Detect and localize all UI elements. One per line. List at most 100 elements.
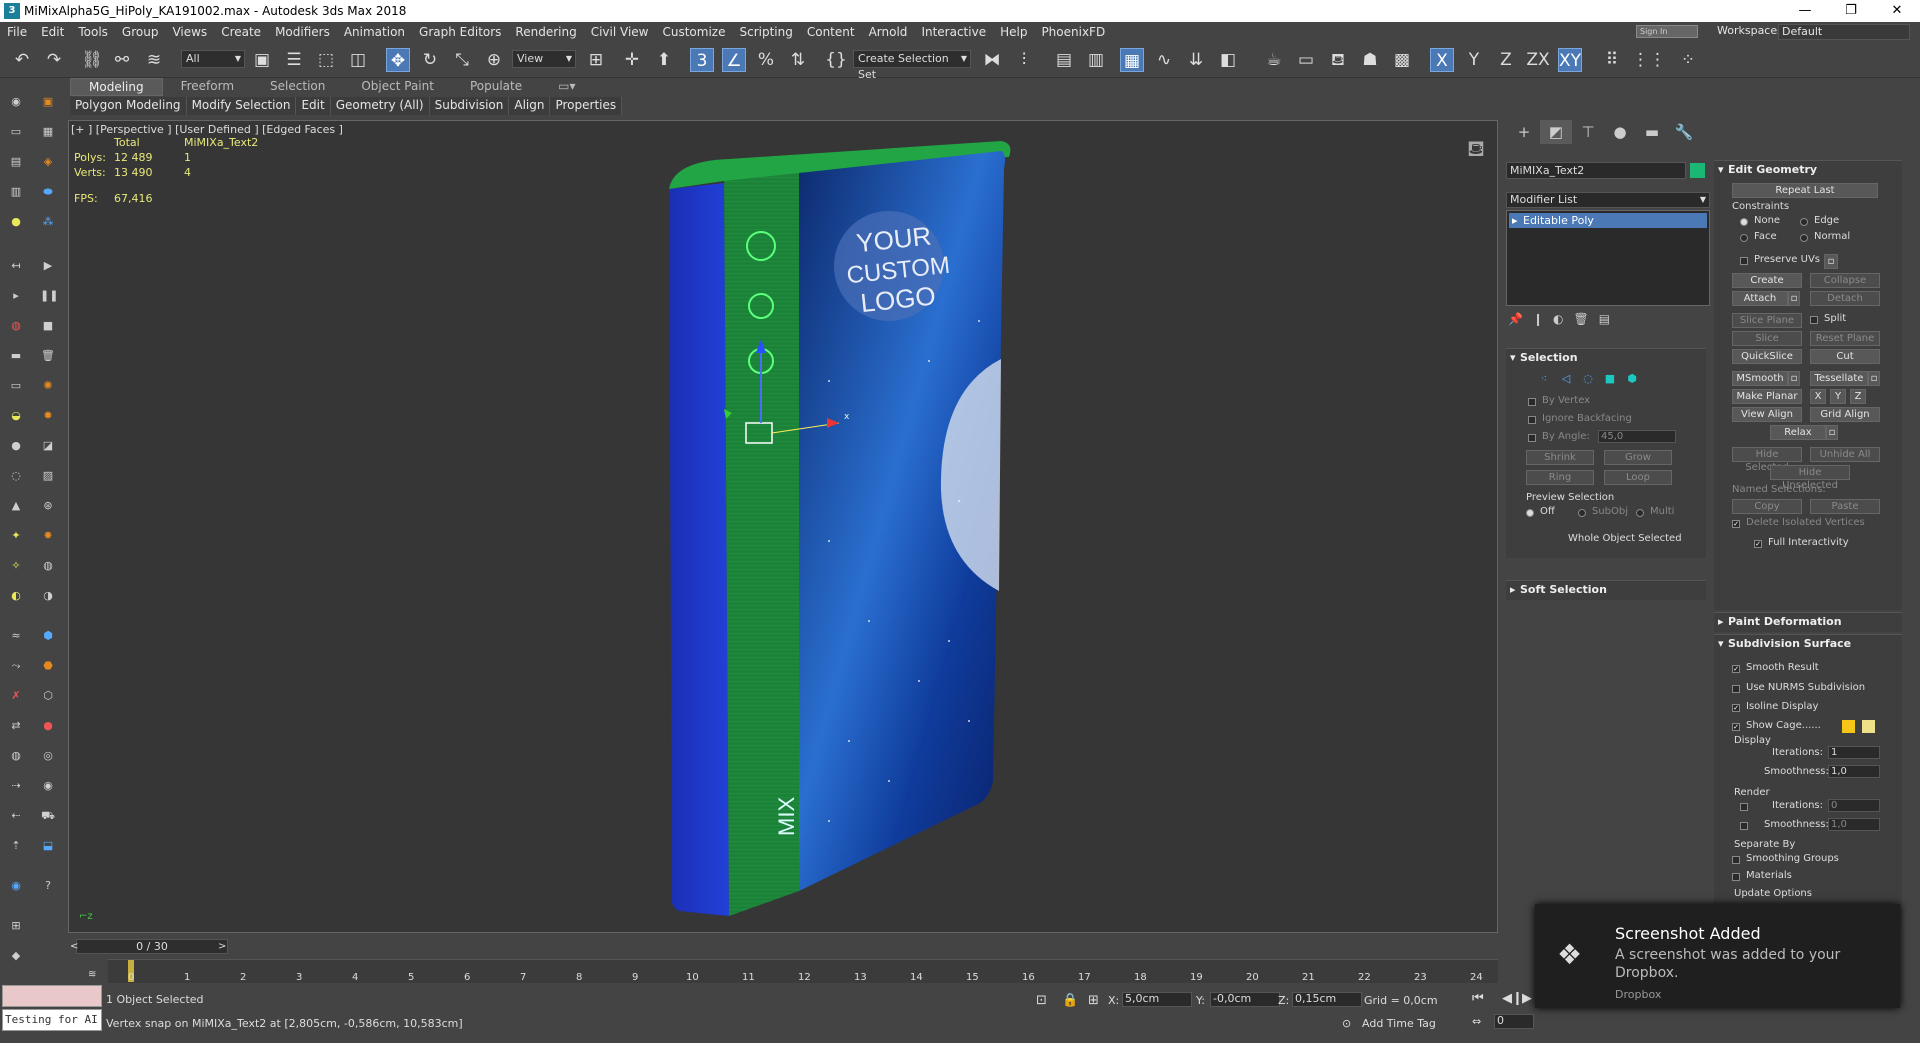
edge-level-icon[interactable]: ◁: [1558, 371, 1574, 387]
menu-civil-view[interactable]: Civil View: [584, 25, 656, 39]
selection-filter-dropdown[interactable]: All: [181, 50, 245, 68]
tab-freeform[interactable]: Freeform: [163, 78, 252, 96]
bind-space-warp-icon[interactable]: ≋: [142, 48, 166, 72]
cut-button[interactable]: Cut: [1810, 349, 1880, 364]
absolute-mode-icon[interactable]: ⊞: [1088, 993, 1099, 1008]
constraint-face-radio[interactable]: [1740, 234, 1748, 242]
angle-snap-icon[interactable]: ∠: [722, 48, 746, 72]
create-button[interactable]: Create: [1732, 273, 1802, 288]
remove-modifier-icon[interactable]: 🗑: [1574, 312, 1589, 326]
z-coord-spinner[interactable]: 0,15cm: [1292, 992, 1362, 1007]
perspective-viewport[interactable]: [+ ] [Perspective ] [User Defined ] [Edg…: [68, 120, 1498, 933]
show-end-result-icon[interactable]: ❙: [1533, 312, 1543, 326]
polygon-level-icon[interactable]: ■: [1602, 371, 1618, 387]
edit-named-selection-icon[interactable]: {}: [824, 48, 848, 72]
utilities-tab-icon[interactable]: 🔧: [1668, 120, 1700, 144]
maxscript-listener-output[interactable]: [2, 985, 102, 1007]
redo-icon[interactable]: ↷: [42, 48, 66, 72]
align-icon[interactable]: ⫶: [1012, 48, 1036, 72]
configure-modifier-sets-icon[interactable]: ▤: [1599, 312, 1610, 326]
schematic-view-icon[interactable]: ⇊: [1184, 48, 1208, 72]
scene-tool-icon[interactable]: ◒: [8, 408, 24, 424]
slider-next-icon[interactable]: >: [218, 941, 226, 952]
grid-icon[interactable]: ⠿: [1600, 48, 1624, 72]
snap-settings-icon[interactable]: ⁘: [1676, 48, 1700, 72]
subdivision-surface-rollout-header[interactable]: Subdivision Surface: [1714, 635, 1902, 653]
spinner-snap-icon[interactable]: ⇅: [786, 48, 810, 72]
planar-x-button[interactable]: X: [1810, 389, 1826, 404]
tool-icon[interactable]: ⛟: [40, 808, 56, 824]
dropbox-notification[interactable]: ❖ Screenshot Added A screenshot was adde…: [1535, 904, 1900, 1008]
tessellate-button[interactable]: Tessellate: [1810, 371, 1868, 386]
menu-animation[interactable]: Animation: [337, 25, 412, 39]
help-icon[interactable]: ?: [40, 878, 56, 894]
scene-tool-icon[interactable]: ✧: [8, 558, 24, 574]
menu-modifiers[interactable]: Modifiers: [268, 25, 337, 39]
hierarchy-tab-icon[interactable]: ⊤: [1572, 120, 1604, 144]
scene-tool-icon[interactable]: ⇡: [8, 838, 24, 854]
by-angle-checkbox[interactable]: [1528, 434, 1536, 442]
curve-editor-mini-icon[interactable]: ≋: [88, 969, 96, 980]
materials-checkbox[interactable]: [1732, 873, 1740, 881]
hide-unselected-button[interactable]: Hide Unselected: [1770, 465, 1850, 491]
scene-tool-icon[interactable]: ▬: [8, 348, 24, 364]
scene-tool-icon[interactable]: ◌: [8, 468, 24, 484]
menu-rendering[interactable]: Rendering: [508, 25, 583, 39]
constraint-none-radio[interactable]: [1740, 218, 1748, 226]
tool-icon[interactable]: ⬡: [40, 688, 56, 704]
tool-icon[interactable]: ▦: [40, 124, 56, 140]
current-frame-field[interactable]: 0: [1494, 1014, 1534, 1029]
tool-icon[interactable]: ⬬: [40, 184, 56, 200]
isoline-display-checkbox[interactable]: ✓: [1732, 704, 1740, 712]
tool-icon[interactable]: ⊛: [40, 498, 56, 514]
smooth-result-checkbox[interactable]: ✓: [1732, 665, 1740, 673]
create-tab-icon[interactable]: +: [1508, 120, 1540, 144]
tool-icon[interactable]: ⬣: [40, 658, 56, 674]
grow-button[interactable]: Grow: [1604, 450, 1672, 465]
split-checkbox[interactable]: [1810, 316, 1818, 324]
select-object-icon[interactable]: ▣: [250, 48, 274, 72]
copy-button[interactable]: Copy: [1732, 499, 1802, 514]
attach-button[interactable]: Attach: [1732, 291, 1788, 306]
select-by-name-icon[interactable]: ☰: [282, 48, 306, 72]
time-config-icon[interactable]: ⇔: [1472, 1015, 1481, 1028]
scene-tool-icon[interactable]: ◍: [8, 748, 24, 764]
delete-isolated-checkbox[interactable]: ✓: [1732, 520, 1740, 528]
scene-tool-icon[interactable]: ●: [8, 438, 24, 454]
scene-tool-icon[interactable]: ✗: [8, 688, 24, 704]
tool-icon[interactable]: ◉: [40, 778, 56, 794]
modify-tab-icon[interactable]: ◩: [1540, 120, 1572, 144]
previous-frame-icon[interactable]: ◀❙: [1502, 991, 1523, 1006]
named-selection-set-dropdown[interactable]: Create Selection Set: [853, 50, 971, 81]
scene-tool-icon[interactable]: ↤: [8, 258, 24, 274]
isolate-selection-icon[interactable]: ⊡: [1036, 993, 1047, 1008]
percent-snap-icon[interactable]: %: [754, 48, 778, 72]
scale-icon[interactable]: ⤡: [450, 48, 474, 72]
ignore-backfacing-checkbox[interactable]: [1528, 416, 1536, 424]
tool-icon[interactable]: ◎: [40, 748, 56, 764]
add-time-tag-button[interactable]: Add Time Tag: [1362, 1017, 1436, 1030]
time-tag-icon[interactable]: ⊙: [1342, 1017, 1351, 1030]
panel-modify-selection[interactable]: Modify Selection: [187, 97, 297, 115]
display-tab-icon[interactable]: ▬: [1636, 120, 1668, 144]
tab-selection[interactable]: Selection: [252, 78, 343, 96]
tab-modeling[interactable]: Modeling: [70, 78, 163, 96]
snap-3d-icon[interactable]: 3: [690, 48, 714, 72]
ribbon-toggle-icon[interactable]: ▦: [1120, 48, 1144, 72]
scene-tool-icon[interactable]: ⇢: [8, 778, 24, 794]
keyboard-shortcut-icon[interactable]: ⬆: [652, 48, 676, 72]
scene-tool-icon[interactable]: ◆: [8, 948, 24, 964]
slider-prev-icon[interactable]: <: [70, 941, 78, 952]
ribbon-options-icon[interactable]: ▭▾: [540, 78, 593, 96]
maxscript-input[interactable]: Testing for AI: [2, 1009, 102, 1031]
hide-selected-button[interactable]: Hide Selected: [1732, 447, 1802, 473]
smoothing-groups-checkbox[interactable]: [1732, 856, 1740, 864]
menu-file[interactable]: File: [0, 25, 34, 39]
menu-group[interactable]: Group: [115, 25, 166, 39]
menu-graph-editors[interactable]: Graph Editors: [412, 25, 508, 39]
slice-plane-button[interactable]: Slice Plane: [1732, 313, 1802, 328]
scene-tool-icon[interactable]: ◐: [8, 588, 24, 604]
render-setup-icon[interactable]: ☕: [1262, 48, 1286, 72]
layer-explorer-icon[interactable]: ▥: [1084, 48, 1108, 72]
modifier-list-dropdown[interactable]: Modifier List: [1506, 192, 1710, 208]
